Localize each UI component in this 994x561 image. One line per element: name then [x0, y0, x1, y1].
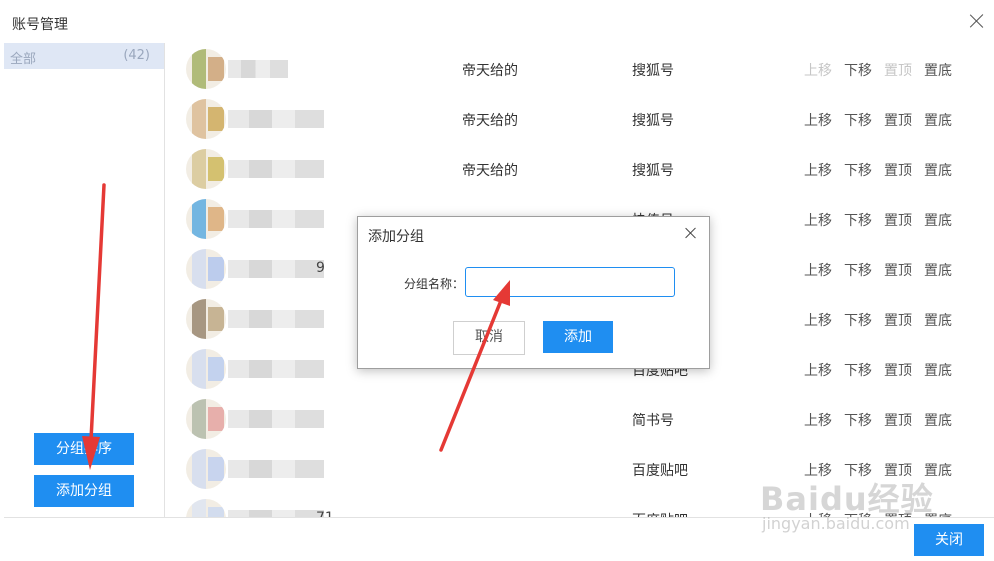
avatar: [186, 449, 226, 489]
avatar: [186, 349, 226, 389]
move-down-button[interactable]: 下移: [844, 360, 872, 380]
move-top-button[interactable]: 置顶: [884, 60, 912, 80]
move-top-button[interactable]: 置顶: [884, 160, 912, 180]
group-name-input[interactable]: [465, 267, 675, 297]
move-down-button[interactable]: 下移: [844, 260, 872, 280]
account-row: 帝天给的 搜狐号 上移 下移 置顶 置底: [166, 94, 994, 144]
account-subscription: 帝天给的: [462, 63, 518, 79]
account-platform: 搜狐号: [632, 63, 674, 79]
dialog-title: 添加分组: [368, 229, 424, 245]
move-up-button[interactable]: 上移: [804, 460, 832, 480]
account-name-redacted: [228, 260, 324, 278]
account-name-redacted: [228, 60, 288, 78]
move-top-button[interactable]: 置顶: [884, 110, 912, 130]
avatar: [186, 299, 226, 339]
account-platform: 简书号: [632, 413, 674, 429]
move-bottom-button[interactable]: 置底: [924, 160, 952, 180]
window-close-icon[interactable]: [968, 12, 986, 30]
move-up-button[interactable]: 上移: [804, 310, 832, 330]
move-bottom-button[interactable]: 置底: [924, 210, 952, 230]
dialog-add-button[interactable]: 添加: [543, 321, 613, 353]
account-subscription: 帝天给的: [462, 163, 518, 179]
move-up-button[interactable]: 上移: [804, 110, 832, 130]
account-row: 帝天给的 搜狐号 上移 下移 置顶 置底: [166, 44, 994, 94]
account-name-redacted: [228, 160, 324, 178]
avatar: [186, 99, 226, 139]
move-down-button[interactable]: 下移: [844, 460, 872, 480]
move-top-button[interactable]: 置顶: [884, 260, 912, 280]
avatar: [186, 499, 226, 517]
dialog-close-icon[interactable]: [685, 227, 697, 239]
account-platform: 搜狐号: [632, 113, 674, 129]
avatar: [186, 49, 226, 89]
move-bottom-button[interactable]: 置底: [924, 260, 952, 280]
account-platform: 搜狐号: [632, 163, 674, 179]
move-up-button[interactable]: 上移: [804, 60, 832, 80]
move-down-button[interactable]: 下移: [844, 210, 872, 230]
group-count: (42): [123, 48, 150, 63]
account-name-redacted: [228, 460, 324, 478]
move-bottom-button[interactable]: 置底: [924, 410, 952, 430]
move-top-button[interactable]: 置顶: [884, 510, 912, 517]
move-bottom-button[interactable]: 置底: [924, 460, 952, 480]
move-top-button[interactable]: 置顶: [884, 310, 912, 330]
move-down-button[interactable]: 下移: [844, 410, 872, 430]
avatar: [186, 199, 226, 239]
move-down-button[interactable]: 下移: [844, 110, 872, 130]
avatar: [186, 249, 226, 289]
move-bottom-button[interactable]: 置底: [924, 510, 952, 517]
footer-divider: [4, 517, 994, 518]
account-row: 71 百度贴吧 上移 下移 置顶 置底: [166, 494, 994, 517]
move-up-button[interactable]: 上移: [804, 510, 832, 517]
move-bottom-button[interactable]: 置底: [924, 110, 952, 130]
avatar: [186, 149, 226, 189]
group-name-label: 分组名称：: [404, 277, 465, 291]
account-platform: 百度贴吧: [632, 463, 688, 479]
account-row: 帝天给的 搜狐号 上移 下移 置顶 置底: [166, 144, 994, 194]
move-down-button[interactable]: 下移: [844, 60, 872, 80]
avatar: [186, 399, 226, 439]
account-row: 简书号 上移 下移 置顶 置底: [166, 394, 994, 444]
move-top-button[interactable]: 置顶: [884, 360, 912, 380]
move-top-button[interactable]: 置顶: [884, 210, 912, 230]
close-button[interactable]: 关闭: [914, 524, 984, 556]
account-name-redacted: [228, 360, 324, 378]
account-row: 百度贴吧 上移 下移 置顶 置底: [166, 444, 994, 494]
account-name-redacted: [228, 310, 324, 328]
account-name-suffix: 9: [316, 260, 325, 276]
sort-groups-button[interactable]: 分组排序: [34, 433, 134, 465]
account-name-suffix: 71: [316, 510, 334, 517]
move-up-button[interactable]: 上移: [804, 260, 832, 280]
move-up-button[interactable]: 上移: [804, 360, 832, 380]
move-up-button[interactable]: 上移: [804, 410, 832, 430]
move-bottom-button[interactable]: 置底: [924, 310, 952, 330]
move-bottom-button[interactable]: 置底: [924, 360, 952, 380]
account-subscription: 帝天给的: [462, 113, 518, 129]
move-up-button[interactable]: 上移: [804, 160, 832, 180]
add-group-button[interactable]: 添加分组: [34, 475, 134, 507]
move-top-button[interactable]: 置顶: [884, 410, 912, 430]
group-item-all[interactable]: 全部 (42): [4, 43, 164, 69]
move-bottom-button[interactable]: 置底: [924, 60, 952, 80]
account-name-redacted: [228, 510, 324, 517]
add-group-dialog: 添加分组 分组名称： 取消 添加: [357, 216, 710, 369]
account-name-redacted: [228, 110, 324, 128]
account-name-redacted: [228, 210, 324, 228]
move-top-button[interactable]: 置顶: [884, 460, 912, 480]
account-name-redacted: [228, 410, 324, 428]
move-down-button[interactable]: 下移: [844, 310, 872, 330]
window-title: 账号管理: [12, 17, 68, 33]
move-up-button[interactable]: 上移: [804, 210, 832, 230]
move-down-button[interactable]: 下移: [844, 510, 872, 517]
group-name: 全部: [10, 52, 37, 67]
move-down-button[interactable]: 下移: [844, 160, 872, 180]
dialog-cancel-button[interactable]: 取消: [453, 321, 525, 355]
account-platform: 百度贴吧: [632, 510, 688, 517]
